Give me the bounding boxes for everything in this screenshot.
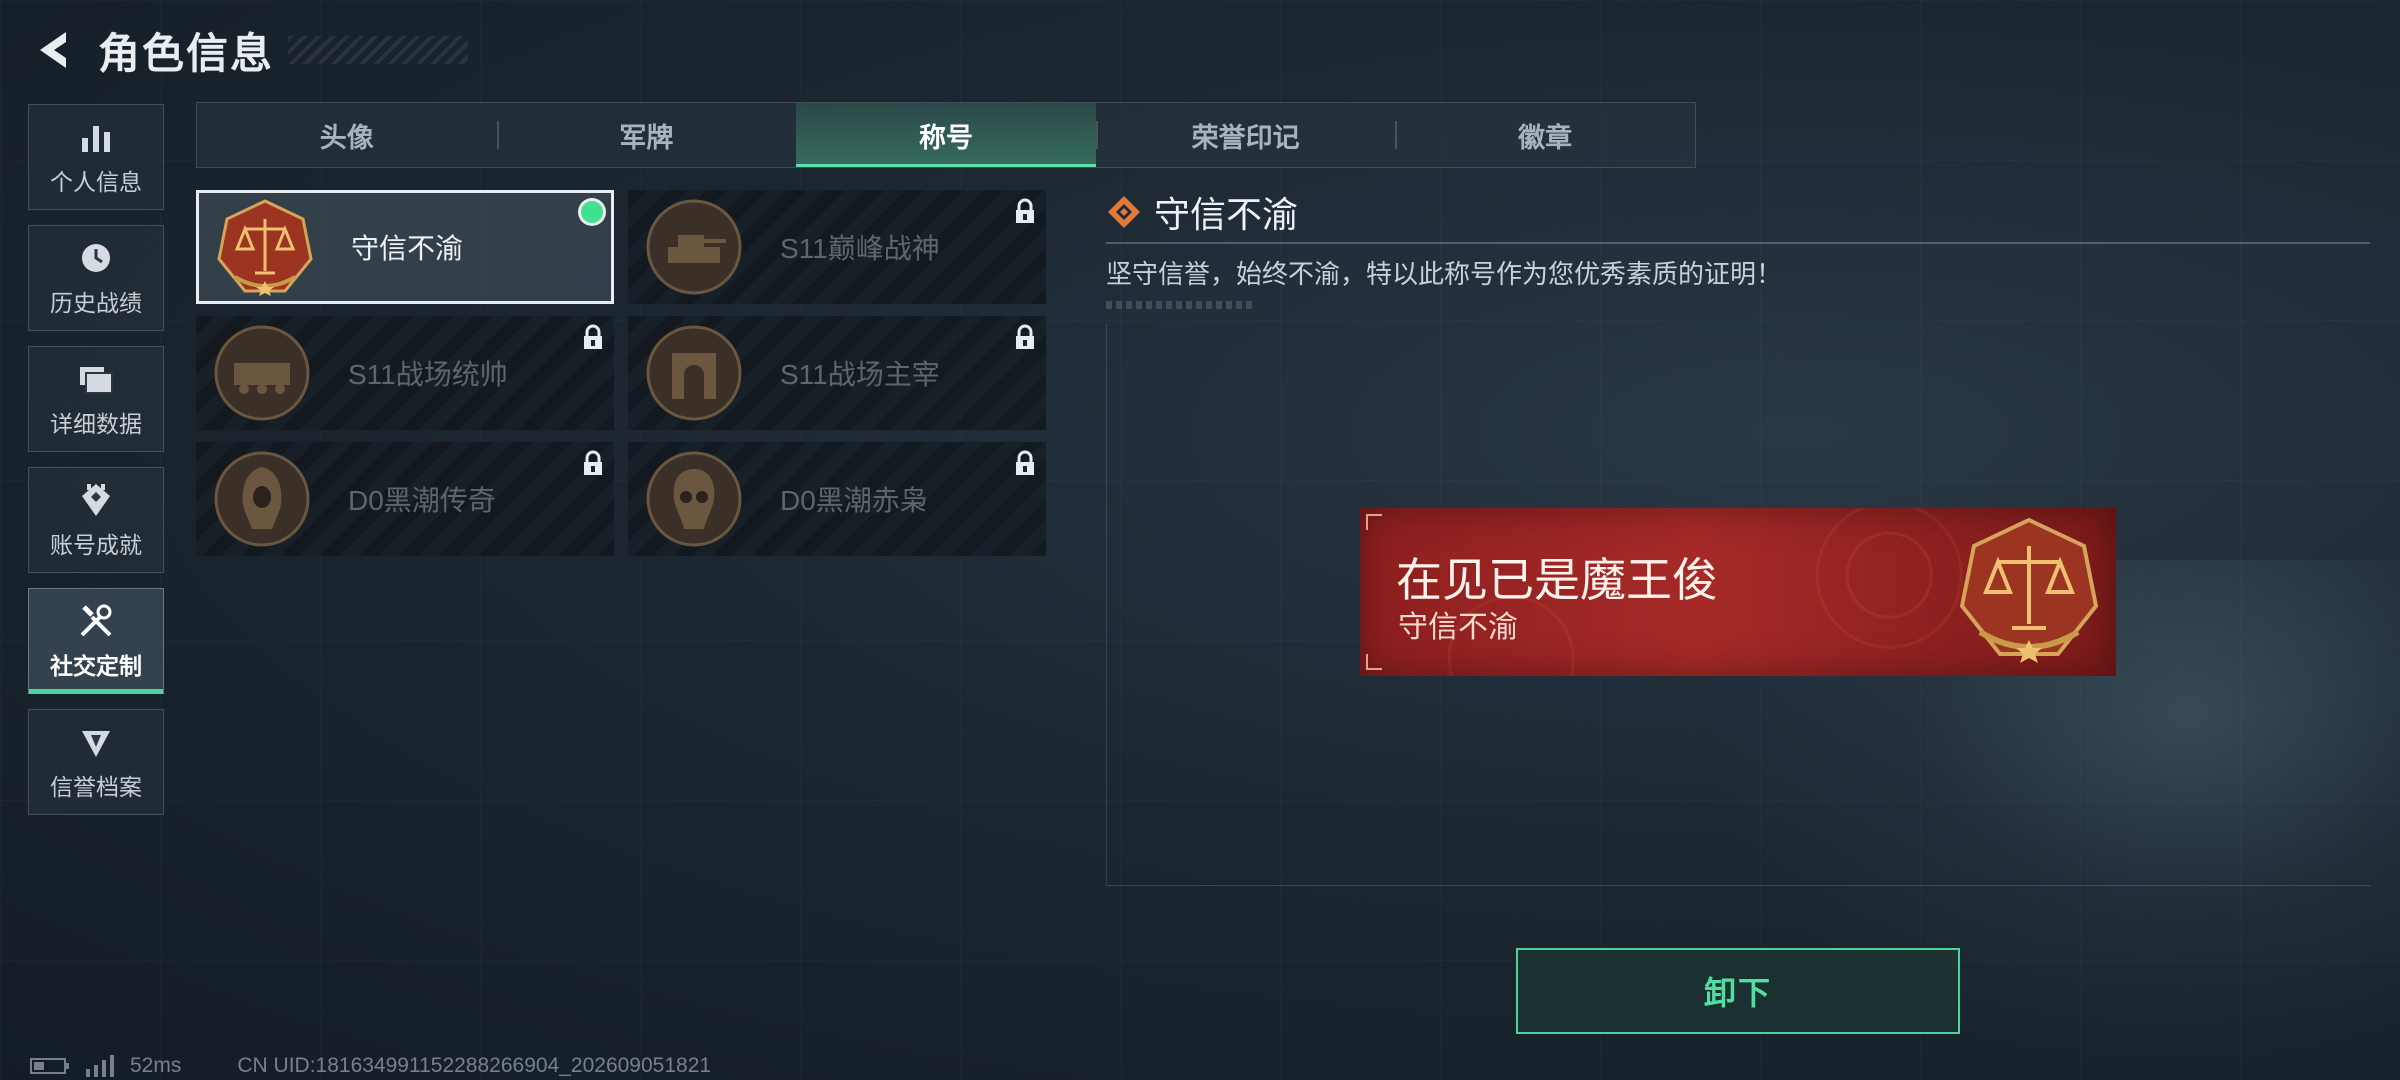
- ping-value: 52ms: [130, 1054, 182, 1077]
- signal-icon: [86, 1055, 114, 1077]
- unequip-button[interactable]: 卸下: [1516, 948, 1960, 1034]
- corner-mark: [1366, 654, 1382, 670]
- lock-icon: [1016, 324, 1034, 349]
- sidebar: 个人信息 历史战绩 详细数据 账号成就 社交定制 信誉档案: [28, 104, 166, 830]
- scales-badge-icon: [1959, 517, 2099, 663]
- apc-badge-icon: [214, 325, 310, 421]
- lock-icon: [584, 324, 602, 349]
- folder-icon: [76, 359, 116, 399]
- sidebar-item-label: 详细数据: [50, 411, 142, 437]
- back-arrow-icon: [40, 32, 66, 68]
- sidebar-item-label: 信誉档案: [50, 774, 142, 800]
- title-name: D0黑潮传奇: [348, 485, 496, 516]
- sidebar-item-detailed-data[interactable]: 详细数据: [28, 346, 164, 452]
- title-card[interactable]: S11战场统帅: [196, 316, 614, 430]
- lock-icon: [1016, 450, 1034, 475]
- sidebar-item-social-custom[interactable]: 社交定制: [28, 588, 164, 694]
- battery-icon: [30, 1058, 69, 1074]
- skull-badge-icon: [646, 451, 742, 547]
- nameplate-preview: 在见已是魔王俊 守信不渝: [1360, 508, 2116, 676]
- sidebar-item-label: 账号成就: [50, 532, 142, 558]
- detail-title: 守信不渝: [1154, 194, 1299, 235]
- header: 角色信息: [28, 18, 469, 82]
- sidebar-item-label: 历史战绩: [50, 290, 142, 316]
- scales-badge-icon: [217, 199, 313, 296]
- nameplate-player-name: 在见已是魔王俊: [1396, 554, 1718, 606]
- title-name: S11战场主宰: [780, 359, 940, 390]
- sidebar-item-label: 社交定制: [50, 653, 142, 679]
- sidebar-item-credit-archive[interactable]: 信誉档案: [28, 709, 164, 815]
- uid-text: CN UID:18163499115228826690​4_2026090518…: [237, 1054, 712, 1077]
- lock-icon: [1016, 198, 1034, 223]
- detail-description: 坚守信誉，始终不渝，特以此称号作为您优秀素质的证明！: [1106, 259, 1783, 289]
- title-detail: 守信不渝 坚守信誉，始终不渝，特以此称号作为您优秀素质的证明！: [1106, 188, 2370, 309]
- hooded-figure-badge-icon: [214, 451, 310, 547]
- title-name: S11战场统帅: [348, 359, 508, 390]
- title-name: S11巅峰战神: [780, 233, 940, 264]
- detail-decoration: [1106, 301, 1256, 309]
- title-card[interactable]: 守信不渝: [196, 190, 614, 304]
- status-bar: 52ms CN UID:18163499115228826690​4_20260…: [30, 1054, 711, 1078]
- title-card[interactable]: D0黑潮传奇: [196, 442, 614, 556]
- tools-icon: [76, 601, 116, 641]
- diamond-icon: [1108, 196, 1140, 228]
- title-name: D0黑潮赤枭: [780, 485, 928, 516]
- lock-icon: [584, 450, 602, 475]
- title-decoration: [288, 36, 469, 64]
- tab-title[interactable]: 称号: [796, 103, 1096, 167]
- tab-honor-mark[interactable]: 荣誉印记: [1095, 103, 1396, 167]
- sidebar-item-personal-info[interactable]: 个人信息: [28, 104, 164, 210]
- achievement-icon: [76, 480, 116, 520]
- back-button[interactable]: [28, 26, 76, 74]
- tank-badge-icon: [646, 199, 742, 295]
- arch-badge-icon: [646, 325, 742, 421]
- credit-icon: [76, 722, 116, 762]
- tab-avatar[interactable]: 头像: [197, 103, 497, 167]
- tab-badge[interactable]: 徽章: [1395, 103, 1695, 167]
- title-card[interactable]: S11巅峰战神: [628, 190, 1046, 304]
- tab-bar: 头像 军牌 称号 荣誉印记 徽章: [196, 102, 1696, 168]
- nameplate-title: 守信不渝: [1398, 611, 1518, 644]
- sidebar-item-history[interactable]: 历史战绩: [28, 225, 164, 331]
- title-card[interactable]: D0黑潮赤枭: [628, 442, 1046, 556]
- page-title: 角色信息: [98, 29, 275, 77]
- sidebar-item-label: 个人信息: [50, 169, 142, 195]
- equipped-indicator: [581, 201, 603, 223]
- tab-dogtag[interactable]: 军牌: [496, 103, 797, 167]
- divider: [1106, 242, 2370, 244]
- clock-icon: [76, 238, 116, 278]
- title-name: 守信不渝: [351, 233, 464, 264]
- title-card[interactable]: S11战场主宰: [628, 316, 1046, 430]
- sidebar-item-achievements[interactable]: 账号成就: [28, 467, 164, 573]
- bar-chart-icon: [76, 117, 116, 157]
- detail-header: 守信不渝: [1106, 188, 2370, 236]
- title-grid: 守信不渝 S11巅峰战神 S11战场统帅 S11战场主宰 D0黑潮传奇 D0黑潮…: [196, 190, 1048, 556]
- corner-mark: [1366, 514, 1382, 530]
